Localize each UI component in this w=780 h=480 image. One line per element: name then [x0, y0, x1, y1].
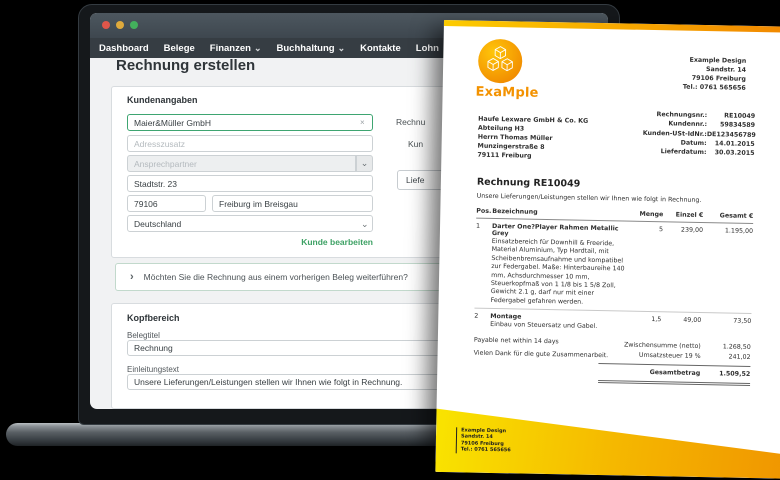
- cell-qty: 1,5: [635, 316, 661, 333]
- footer-line: Tel.: 0761 565656: [461, 447, 511, 454]
- item-description: Einbau von Steuersatz und Gabel.: [490, 321, 627, 332]
- invoice-footer-address: Example Design Sandstr. 14 79106 Freibur…: [456, 427, 512, 454]
- nav-label: Dashboard: [99, 43, 149, 54]
- cell-total: 73,50: [701, 317, 751, 334]
- street-input[interactable]: [127, 175, 373, 192]
- invoice-meta: Rechnungsnr.:RE10049 Kundennr.:59834589 …: [578, 109, 755, 159]
- clear-icon[interactable]: ×: [360, 118, 365, 127]
- total-value: 241,02: [700, 352, 750, 363]
- item-name: Montage: [490, 313, 521, 321]
- nav-label: Finanzen: [210, 43, 251, 54]
- totals-block: Zwischensumme (netto)1.268,50 Umsatzsteu…: [598, 340, 751, 386]
- chevron-down-icon: ⌄: [254, 46, 262, 50]
- nav-label: Kontakte: [360, 43, 401, 54]
- header-card-title: Kopfbereich: [127, 313, 180, 323]
- col-header-pos: Pos.: [476, 208, 492, 215]
- total-label: Umsatzsteuer 19 %: [599, 350, 701, 362]
- meta-label: Lieferdatum:: [578, 146, 706, 158]
- chevron-down-icon: ⌄: [338, 46, 346, 50]
- cell-total: 1.195,00: [701, 227, 753, 310]
- city-input[interactable]: [212, 195, 373, 212]
- customer-name-input[interactable]: [127, 114, 373, 131]
- invoice-date-label: Rechnu: [396, 117, 425, 127]
- cell-pos: 1: [475, 223, 493, 306]
- grand-total-row: Gesamtbetrag1.509,52: [598, 363, 750, 386]
- cell-name: Darter One?Player Rahmen Metallic Grey E…: [491, 223, 638, 308]
- nav-item-belege[interactable]: Belege: [164, 43, 195, 54]
- customer-number-label: Kun: [408, 139, 423, 149]
- item-description: Einsatzbereich für Downhill & Freeride, …: [491, 238, 629, 308]
- nav-item-kontakte[interactable]: Kontakte: [360, 43, 401, 54]
- chevron-right-icon: ›: [130, 271, 134, 283]
- doc-title-label: Belegtitel: [127, 331, 160, 340]
- page-title: Rechnung erstellen: [116, 57, 255, 74]
- nav-label: Buchhaltung: [277, 43, 335, 54]
- item-name: Darter One?Player Rahmen Metallic Grey: [492, 223, 619, 237]
- address-extra-input[interactable]: [127, 135, 373, 152]
- total-label: Gesamtbetrag: [598, 367, 700, 379]
- customer-card-title: Kundenangaben: [127, 95, 198, 105]
- sender-address: Example Design Sandstr. 14 79106 Freibur…: [683, 56, 747, 93]
- recipient-line: 79111 Freiburg: [477, 151, 587, 162]
- cell-qty: 5: [636, 226, 664, 309]
- window-close-button[interactable]: [102, 21, 110, 29]
- cell-unit: 239,00: [662, 226, 704, 309]
- invoice-title: Rechnung RE10049: [477, 177, 581, 190]
- brand-logo-icon: [477, 38, 524, 85]
- cell-unit: 49,00: [661, 316, 701, 333]
- meta-value: 30.03.2015: [706, 148, 754, 158]
- nav-item-finanzen[interactable]: Finanzen ⌄: [210, 43, 262, 54]
- col-header-name: Bezeichnung: [492, 208, 637, 218]
- table-row: 1 Darter One?Player Rahmen Metallic Grey…: [474, 219, 753, 315]
- col-header-unit: Einzel €: [663, 211, 703, 219]
- col-header-total: Gesamt €: [703, 212, 753, 220]
- line-items-table: Pos. Bezeichnung Menge Einzel € Gesamt €…: [473, 205, 753, 386]
- col-header-qty: Menge: [637, 211, 663, 218]
- nav-item-buchhaltung[interactable]: Buchhaltung ⌄: [277, 43, 346, 54]
- cell-pos: 2: [474, 313, 490, 330]
- brand-name: ExaMple: [475, 85, 538, 101]
- contact-person-input[interactable]: [127, 155, 356, 172]
- zip-input[interactable]: [127, 195, 206, 212]
- nav-label: Belege: [164, 43, 195, 54]
- window-zoom-button[interactable]: [130, 21, 138, 29]
- nav-item-lohn[interactable]: Lohn: [416, 43, 439, 54]
- contact-dropdown-button[interactable]: ⌄: [356, 155, 373, 172]
- invoice-preview: ExaMple Example Design Sandstr. 14 79106…: [435, 20, 780, 480]
- sender-line: Tel.: 0761 565656: [683, 83, 746, 93]
- chevron-down-icon: ⌄: [361, 158, 369, 169]
- table-row: 2 Montage Einbau von Steuersatz und Gabe…: [474, 309, 751, 338]
- cell-name: Montage Einbau von Steuersatz und Gabel.: [490, 313, 635, 332]
- intro-text-label: Einleitungstext: [127, 365, 179, 374]
- nav-item-dashboard[interactable]: Dashboard: [99, 43, 149, 54]
- recipient-address: Haufe Lexware GmbH & Co. KG Abteilung H3…: [477, 115, 588, 162]
- nav-label: Lohn: [416, 43, 439, 54]
- window-minimize-button[interactable]: [116, 21, 124, 29]
- continue-panel-text: Möchten Sie die Rechnung aus einem vorhe…: [144, 272, 408, 282]
- country-select[interactable]: [127, 215, 373, 232]
- invoice-intro: Unsere Lieferungen/Leistungen stellen wi…: [477, 193, 702, 204]
- edit-customer-link[interactable]: Kunde bearbeiten: [127, 237, 373, 247]
- total-value: 1.509,52: [700, 369, 750, 380]
